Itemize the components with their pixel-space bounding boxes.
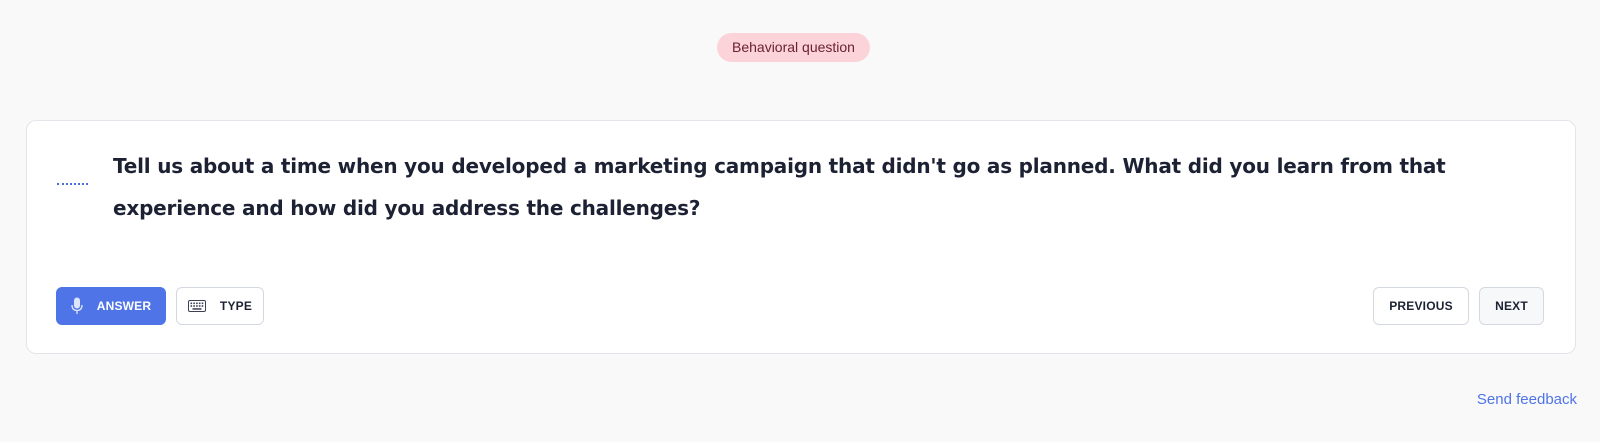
keyboard-icon (187, 300, 206, 312)
page: Behavioral question Tell us about a time… (0, 0, 1600, 442)
next-button[interactable]: NEXT (1479, 287, 1544, 325)
previous-button[interactable]: PREVIOUS (1373, 287, 1469, 325)
send-feedback-link[interactable]: Send feedback (1477, 391, 1577, 408)
type-button-label: TYPE (219, 299, 253, 313)
dotted-line-icon (57, 183, 88, 187)
answer-button[interactable]: ANSWER (56, 287, 166, 325)
type-button[interactable]: TYPE (176, 287, 264, 325)
answer-button-label: ANSWER (96, 299, 152, 313)
microphone-icon (71, 297, 83, 315)
question-card: Tell us about a time when you developed … (26, 120, 1576, 354)
question-text: Tell us about a time when you developed … (113, 154, 1446, 220)
question-category-badge: Behavioral question (717, 33, 870, 62)
